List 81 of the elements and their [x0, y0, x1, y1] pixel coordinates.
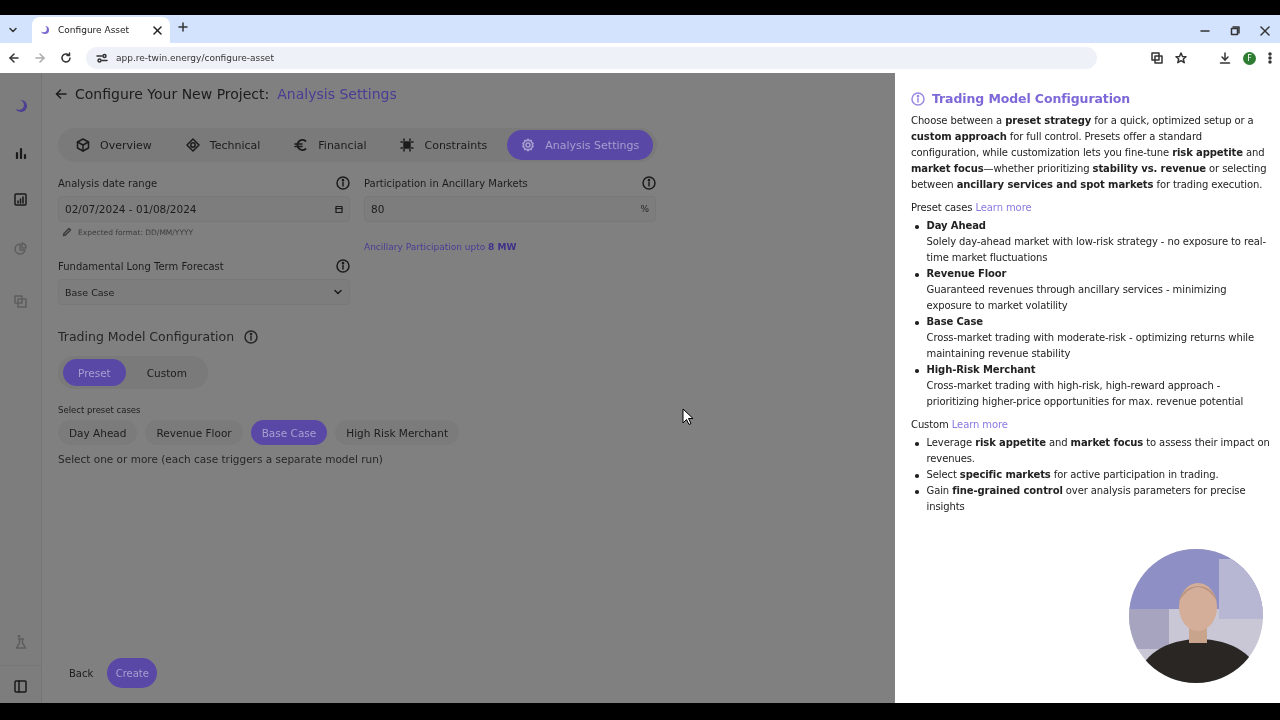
- download-icon[interactable]: [1219, 52, 1231, 64]
- case-title: Day Ahead: [926, 219, 987, 233]
- field-label: Participation in Ancillary Markets: [364, 177, 528, 189]
- restore-icon[interactable]: [1230, 26, 1240, 36]
- case-title: High-Risk Merchant: [926, 363, 1037, 377]
- info-icon[interactable]: [244, 329, 259, 344]
- chip-icon: [400, 138, 415, 152]
- info-icon[interactable]: [336, 259, 350, 273]
- settings-icon: [521, 138, 536, 152]
- helper-text: Select one or more (each case triggers a separate model run): [58, 453, 384, 465]
- case-description: Gain fine-grained control over analysis parameters for precise insights: [926, 484, 1247, 514]
- tab[interactable]: Constraints: [386, 130, 502, 160]
- preset-chip[interactable]: High Risk Merchant: [335, 420, 460, 445]
- report-icon[interactable]: [14, 193, 27, 206]
- info-icon[interactable]: [336, 176, 350, 190]
- pencil-icon: [62, 227, 72, 237]
- close-icon[interactable]: [1260, 26, 1270, 36]
- case-description: Cross-market trading with high-risk, high-reward approach - prioritizing higher-price opportunities for max. revenue potential: [926, 379, 1245, 409]
- sidebar-toggle-icon[interactable]: [14, 680, 27, 693]
- address-field[interactable]: app.re-twin.energy/configure-asset: [116, 53, 274, 63]
- tab[interactable]: Financial: [280, 130, 381, 160]
- calendar-icon[interactable]: [335, 205, 343, 213]
- field-label: Select preset cases: [58, 405, 142, 415]
- mouse-cursor-icon: [682, 408, 694, 426]
- bullet-icon: [915, 490, 919, 494]
- bullet-icon: [915, 474, 919, 478]
- star-icon[interactable]: [1175, 52, 1187, 64]
- site-settings-icon[interactable]: [96, 52, 108, 64]
- date-range-field[interactable]: 02/07/2024 - 01/08/2024: [58, 196, 350, 222]
- bar-chart-icon[interactable]: [14, 147, 27, 159]
- case-title: Revenue Floor: [926, 267, 1008, 281]
- reload-icon[interactable]: [60, 52, 72, 64]
- info-icon[interactable]: [642, 176, 656, 190]
- case-description: Leverage risk appetite and market focus to assess their impact on revenues.: [926, 436, 1270, 466]
- preset-chip[interactable]: Revenue Floor: [145, 420, 243, 445]
- back-arrow-icon[interactable]: [8, 52, 20, 64]
- tab[interactable]: Analysis Settings: [507, 130, 654, 160]
- tab[interactable]: Overview: [62, 130, 166, 160]
- learn-more-link[interactable]: Learn more: [951, 419, 1008, 430]
- case-description: Solely day-ahead market with low-risk strategy - no exposure to real-time market fluctuations: [926, 235, 1267, 265]
- section-heading: Custom: [911, 419, 949, 430]
- panel-title: Trading Model Configuration: [932, 91, 1131, 107]
- cube-icon: [76, 138, 90, 152]
- chevron-down-icon: [333, 287, 343, 297]
- profile-avatar[interactable]: F: [1243, 51, 1256, 65]
- section-heading: Trading Model Configuration: [58, 329, 235, 344]
- learn-more-link[interactable]: Learn more: [975, 202, 1032, 213]
- euro-icon: [294, 138, 309, 152]
- tab[interactable]: Technical: [171, 130, 275, 160]
- case-description: Cross-market trading with moderate-risk - optimizing returns while maintaining revenue stability: [926, 331, 1256, 361]
- section-heading: Preset cases: [911, 202, 973, 213]
- plus-icon[interactable]: [178, 22, 188, 32]
- case-description: Select specific markets for active participation in trading.: [926, 468, 1219, 482]
- mode-option[interactable]: Custom: [131, 359, 202, 386]
- back-button[interactable]: Back: [69, 667, 94, 679]
- create-button[interactable]: Create: [107, 658, 158, 688]
- bullet-icon: [915, 321, 919, 325]
- bullet-icon: [915, 273, 919, 277]
- participation-field[interactable]: 80 %: [364, 196, 656, 222]
- browser-tab[interactable]: Configure Asset: [32, 17, 170, 43]
- more-icon[interactable]: [1268, 52, 1272, 64]
- close-icon[interactable]: [153, 25, 162, 35]
- info-icon[interactable]: [911, 92, 925, 106]
- field-label: Fundamental Long Term Forecast: [58, 260, 224, 272]
- bullet-icon: [915, 369, 919, 373]
- preset-chip[interactable]: Day Ahead: [58, 420, 138, 445]
- diamond-icon: [185, 138, 200, 152]
- mode-option[interactable]: Preset: [63, 359, 126, 386]
- bullet-icon: [915, 442, 919, 446]
- participation-note: Ancillary Participation upto 8 MW: [364, 242, 518, 252]
- section-title: Analysis Settings: [277, 86, 397, 102]
- preset-chip[interactable]: Base Case: [250, 420, 328, 445]
- moon-icon: [40, 25, 50, 35]
- page-title: Configure Your New Project:: [75, 86, 270, 102]
- panel-description: Choose between a preset strategy for a quick, optimized setup or a custom approach for full control. Presets offer a standard configuration, while customization lets you fine-tune risk appetite and market focus—whether prioritizing stability vs. revenue or selecting between ancillary services and spot markets for trading execution.: [911, 114, 1268, 192]
- bullet-icon: [915, 225, 919, 229]
- case-description: Guaranteed revenues through ancillary services - minimizing exposure to market volatility: [926, 283, 1228, 313]
- case-title: Base Case: [926, 315, 984, 329]
- field-label: Analysis date range: [58, 177, 158, 189]
- translate-icon[interactable]: [1151, 52, 1163, 64]
- forecast-select[interactable]: Base Case: [58, 279, 350, 305]
